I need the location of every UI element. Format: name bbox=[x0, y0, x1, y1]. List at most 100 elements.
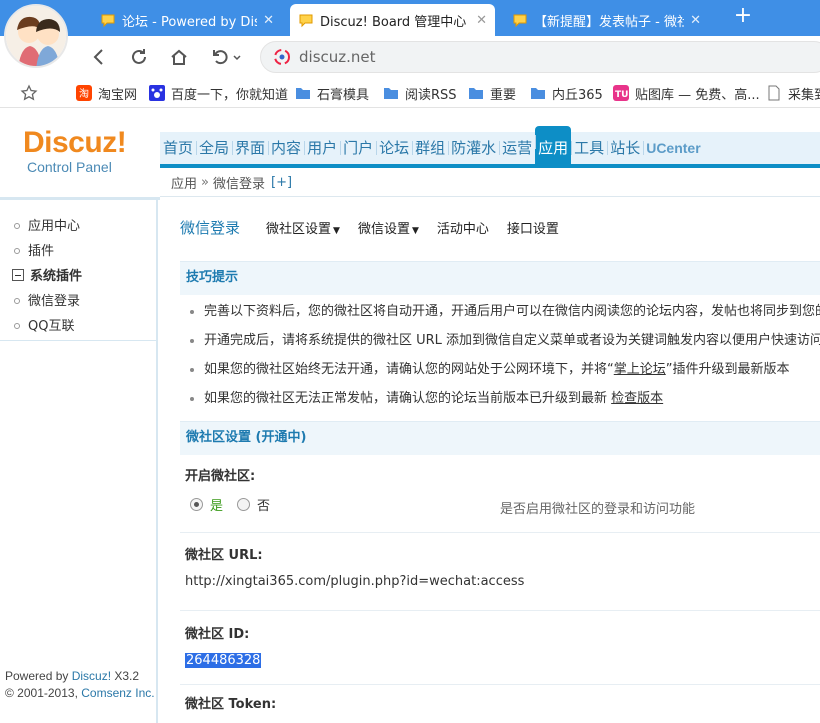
undo-close-button[interactable] bbox=[208, 44, 244, 70]
enable-no-radio[interactable]: 否 bbox=[237, 495, 270, 514]
bookmarks-bar: 淘 淘宝网 百度一下，你就知道 石膏模具 阅读RSS 重要 内丘365 TU 贴… bbox=[0, 78, 820, 108]
reload-button[interactable] bbox=[126, 44, 152, 70]
new-tab-button[interactable]: + bbox=[731, 4, 755, 30]
sidebar-menu: 应用中心插件系统插件微信登录 QQ互联 bbox=[0, 214, 156, 339]
svg-text:淘: 淘 bbox=[79, 87, 89, 100]
sidebar-item-label: 系统插件 bbox=[30, 269, 83, 284]
row-divider bbox=[180, 610, 820, 611]
bookmark-star-button[interactable] bbox=[20, 83, 38, 103]
close-tab-icon[interactable]: ✕ bbox=[263, 13, 274, 28]
subnav-link[interactable]: 微社区设置 ▼ bbox=[266, 218, 340, 237]
tip-link[interactable]: 掌上论坛 bbox=[614, 362, 666, 377]
baidu-icon bbox=[149, 85, 165, 101]
sidebar-item[interactable]: 应用中心 bbox=[0, 214, 156, 239]
add-to-shortcuts-button[interactable]: [+] bbox=[271, 175, 292, 190]
bookmark-folder-neiqiu[interactable]: 内丘365 bbox=[530, 83, 603, 103]
topnav-item[interactable]: 群组 bbox=[412, 132, 448, 164]
sidebar-item[interactable]: QQ互联 bbox=[0, 314, 156, 339]
bookmark-taobao[interactable]: 淘 淘宝网 bbox=[76, 83, 137, 103]
community-token-label: 微社区 Token: bbox=[185, 697, 277, 712]
arrow-left-icon bbox=[93, 49, 103, 65]
home-icon bbox=[171, 49, 187, 65]
enable-hint: 是否启用微社区的登录和访问功能 bbox=[500, 502, 696, 517]
topnav-item[interactable]: 站长 bbox=[607, 132, 643, 164]
svg-text:TU: TU bbox=[615, 90, 628, 100]
close-tab-icon[interactable]: ✕ bbox=[690, 13, 701, 28]
tip-link[interactable]: 检查版本 bbox=[611, 391, 663, 406]
sub-navigation: 微信登录 微社区设置 ▼ 微信设置 ▼ 活动中心 接口设置 bbox=[180, 215, 577, 239]
sidebar-divider bbox=[0, 340, 156, 341]
bookmark-baidu[interactable]: 百度一下，你就知道 bbox=[149, 83, 288, 103]
browser-nav-bar: discuz.net bbox=[0, 36, 820, 78]
topnav-item[interactable]: UCenter bbox=[643, 132, 703, 164]
browser-tab-admin[interactable]: Discuz! Board 管理中心 - ✕ bbox=[290, 4, 495, 36]
bookmark-collect[interactable]: 采集到 bbox=[766, 83, 820, 103]
site-icon bbox=[273, 48, 291, 66]
bookmark-folder-plaster[interactable]: 石膏模具 bbox=[295, 83, 369, 103]
topnav-item[interactable]: 防灌水 bbox=[448, 132, 499, 164]
sidebar-top-border bbox=[0, 197, 160, 200]
sidebar: 应用中心 插件 系统插件 微信登录 QQ互联 Powered by Discuz! X3… bbox=[0, 197, 160, 723]
folder-icon bbox=[295, 85, 311, 101]
subnav-link[interactable]: 接口设置 bbox=[507, 218, 559, 237]
topnav-item[interactable]: 论坛 bbox=[376, 132, 412, 164]
folder-icon bbox=[468, 85, 484, 101]
sidebar-item-label: 应用中心 bbox=[28, 219, 81, 234]
breadcrumb-root[interactable]: 应用 bbox=[171, 173, 197, 192]
address-text: discuz.net bbox=[299, 48, 376, 66]
topnav-item[interactable]: 工具 bbox=[571, 132, 607, 164]
enable-yes-radio[interactable]: 是 bbox=[190, 495, 223, 514]
user-avatar[interactable] bbox=[4, 4, 68, 68]
comsenz-link[interactable]: Comsenz Inc. bbox=[81, 686, 154, 700]
radio-checked-icon bbox=[190, 498, 203, 511]
tip-item: 如果您的微社区始终无法开通，请确认您的网站处于公网环境下，并将“掌上论坛”插件升… bbox=[188, 359, 820, 388]
topnav-item[interactable]: 全局 bbox=[196, 132, 232, 164]
browser-tab-reminder[interactable]: 【新提醒】发表帖子 - 微社 ✕ bbox=[504, 4, 709, 36]
discuz-logo[interactable]: Discuz! Control Panel bbox=[23, 128, 133, 176]
topnav-item[interactable]: 门户 bbox=[340, 132, 376, 164]
row-divider bbox=[180, 684, 820, 685]
sidebar-item[interactable]: 微信登录 bbox=[0, 289, 156, 314]
sidebar-item-label: QQ互联 bbox=[28, 319, 75, 334]
home-button[interactable] bbox=[166, 44, 192, 70]
community-id-label: 微社区 ID: bbox=[185, 627, 250, 642]
collapse-icon[interactable] bbox=[12, 269, 24, 281]
topnav-item[interactable]: 应用 bbox=[535, 126, 572, 164]
taobao-icon: 淘 bbox=[76, 85, 92, 101]
star-icon bbox=[20, 84, 38, 101]
folder-icon bbox=[530, 85, 546, 101]
topnav-item[interactable]: 首页 bbox=[160, 132, 196, 164]
main-content: 微信登录 微社区设置 ▼ 微信设置 ▼ 活动中心 接口设置 技巧提示 完善以下资料后，您的… bbox=[160, 197, 820, 723]
sidebar-item[interactable]: 插件 bbox=[0, 239, 156, 264]
topnav-item[interactable]: 界面 bbox=[232, 132, 268, 164]
subnav-link[interactable]: 微信设置 ▼ bbox=[358, 218, 419, 237]
browser-tab-forum[interactable]: 论坛 - Powered by Discu ✕ bbox=[92, 4, 282, 36]
dropdown-caret-icon: ▼ bbox=[411, 225, 419, 236]
radio-unchecked-icon bbox=[237, 498, 250, 511]
bookmark-tietuku[interactable]: TU 贴图库 — 免费、高... bbox=[613, 83, 760, 103]
breadcrumb-separator: » bbox=[201, 174, 209, 190]
subnav-link[interactable]: 活动中心 bbox=[437, 218, 489, 237]
close-tab-icon[interactable]: ✕ bbox=[476, 13, 487, 28]
topnav-item[interactable]: 内容 bbox=[268, 132, 304, 164]
enable-community-label: 开启微社区: bbox=[185, 469, 256, 484]
bookmark-folder-rss[interactable]: 阅读RSS bbox=[383, 83, 457, 103]
sidebar-group[interactable]: 系统插件 bbox=[0, 264, 156, 289]
settings-header: 微社区设置 (开通中) bbox=[180, 421, 820, 455]
discuz-link[interactable]: Discuz! bbox=[72, 669, 111, 683]
top-navigation: 首页 全局 界面 内容 用户 门户 论坛 群组 防灌水 运营 应用 工具 站长 UCenter bbox=[160, 126, 820, 164]
topnav-item[interactable]: 用户 bbox=[304, 132, 340, 164]
address-bar[interactable]: discuz.net bbox=[260, 41, 820, 73]
breadcrumb: 应用 » 微信登录 [+] bbox=[160, 168, 820, 197]
folder-icon bbox=[383, 85, 399, 101]
undo-icon bbox=[213, 50, 241, 65]
reload-icon bbox=[132, 49, 146, 64]
discuz-favicon-icon bbox=[298, 12, 314, 28]
bookmark-folder-important[interactable]: 重要 bbox=[468, 83, 516, 103]
topnav-item[interactable]: 运营 bbox=[499, 132, 535, 164]
community-id-value[interactable]: 264486328 bbox=[185, 653, 262, 668]
community-url-value[interactable]: http://xingtai365.com/plugin.php?id=wech… bbox=[185, 574, 524, 589]
admin-header: Discuz! Control Panel 首页 全局 界面 内容 用户 门户 论坛 群组 防灌… bbox=[0, 108, 820, 197]
discuz-favicon-icon bbox=[512, 12, 528, 28]
back-button[interactable] bbox=[86, 44, 112, 70]
